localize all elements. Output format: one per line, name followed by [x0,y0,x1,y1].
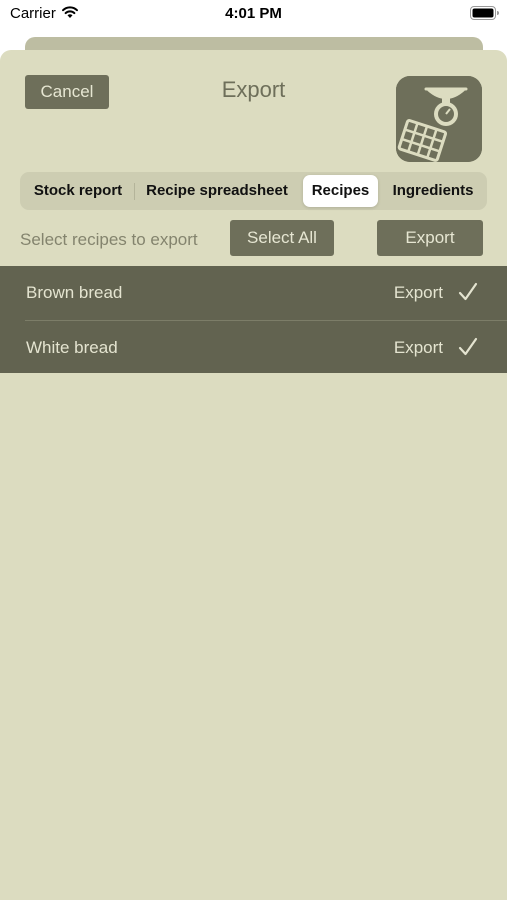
recipe-list: Brown bread Export White bread Export [0,266,507,373]
tab-stock-report[interactable]: Stock report [24,175,132,207]
export-type-tabs: Stock report Recipe spreadsheet Recipes … [20,172,487,210]
scales-calculator-icon [396,76,482,162]
recipe-export-label: Export [393,283,443,302]
select-all-button[interactable]: Select All [230,220,334,256]
checkmark-icon[interactable] [457,281,479,303]
tab-recipes[interactable]: Recipes [303,175,378,207]
tab-divider [134,183,135,200]
list-item[interactable]: Brown bread Export [0,266,507,320]
list-item[interactable]: White bread Export [25,320,507,374]
recipe-name: Brown bread [26,283,123,302]
status-time: 4:01 PM [225,5,282,22]
checkmark-icon[interactable] [457,336,479,358]
select-recipes-prompt: Select recipes to export [20,230,198,249]
export-sheet: Cancel Export Stock report Recipe spread… [0,50,507,900]
recipe-name: White bread [26,338,118,357]
status-bar: Carrier 4:01 PM [0,0,507,30]
export-button[interactable]: Export [377,220,483,256]
tab-ingredients[interactable]: Ingredients [382,175,484,207]
battery-full-icon [470,6,499,20]
recipe-export-label: Export [393,338,443,357]
tab-recipe-spreadsheet[interactable]: Recipe spreadsheet [136,175,298,207]
